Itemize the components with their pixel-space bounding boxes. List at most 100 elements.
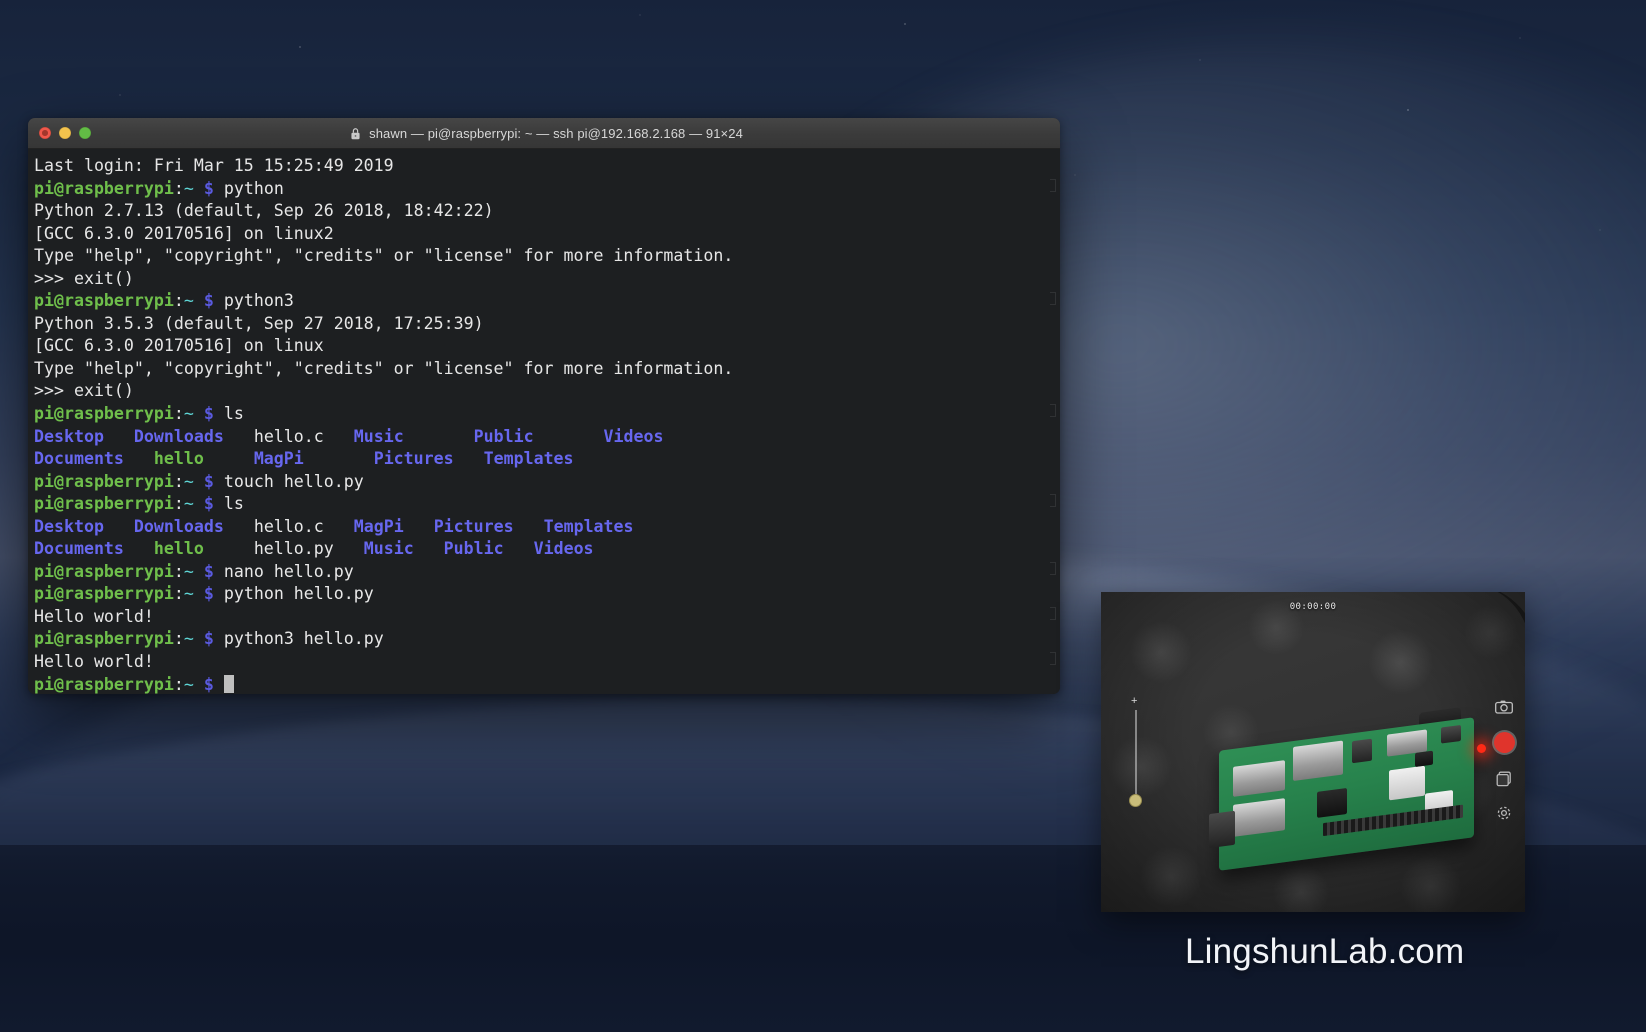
photo-stack-icon[interactable] xyxy=(1496,771,1512,787)
terminal-prompt-line: pi@raspberrypi:~ $ python3 hello.py xyxy=(34,628,1060,651)
terminal-line: Hello world! xyxy=(34,651,1060,674)
close-button[interactable] xyxy=(39,127,51,139)
prompt-user-host: pi@raspberrypi xyxy=(34,561,174,581)
ls-output-row: Documents hello MagPi Pictures Templates xyxy=(34,448,1060,471)
zoom-slider-knob[interactable] xyxy=(1129,794,1142,807)
prompt-path: ~ xyxy=(183,561,194,581)
ls-entry: MagPi xyxy=(253,449,304,469)
prompt-path: ~ xyxy=(183,404,194,424)
terminal-line: >>> exit() xyxy=(34,380,1060,403)
terminal-line: Type "help", "copyright", "credits" or "… xyxy=(34,358,1060,381)
ls-spacer xyxy=(204,449,254,468)
ls-entry: hello.c xyxy=(253,426,324,446)
prompt-mark xyxy=(1050,607,1056,620)
terminal-prompt-line: pi@raspberrypi:~ $ python3 xyxy=(34,290,1060,313)
prompt-path: ~ xyxy=(183,674,194,694)
terminal-line: Last login: Fri Mar 15 15:25:49 2019 xyxy=(34,155,1060,178)
usb-dongle xyxy=(1209,810,1235,849)
prompt-user-host: pi@raspberrypi xyxy=(34,674,174,694)
ls-entry: Pictures xyxy=(373,449,454,469)
ls-entry: Videos xyxy=(603,426,664,446)
prompt-mark xyxy=(1050,292,1056,305)
terminal-prompt-line: pi@raspberrypi:~ $ nano hello.py xyxy=(34,561,1060,584)
ls-output-row: Desktop Downloads hello.c MagPi Pictures… xyxy=(34,516,1060,539)
prompt-sigil: $ xyxy=(203,404,214,424)
prompt-path: ~ xyxy=(183,178,194,198)
prompt-sigil: $ xyxy=(203,178,214,198)
ls-entry: Templates xyxy=(483,449,574,469)
python-exit-text: >>> exit() xyxy=(34,268,134,288)
record-button[interactable] xyxy=(1493,732,1515,753)
terminal-line: Type "help", "copyright", "credits" or "… xyxy=(34,245,1060,268)
ls-entry: Desktop xyxy=(34,516,104,536)
prompt-sigil: $ xyxy=(203,674,214,694)
python3-gcc-text: [GCC 6.3.0 20170516] on linux xyxy=(34,336,324,356)
command-text: ls xyxy=(223,404,244,424)
prompt-user-host: pi@raspberrypi xyxy=(34,404,174,424)
soc-chip xyxy=(1389,765,1425,801)
prompt-sigil: $ xyxy=(203,471,214,491)
terminal-window[interactable]: shawn — pi@raspberrypi: ~ — ssh pi@192.1… xyxy=(28,118,1060,694)
ls-spacer xyxy=(594,539,604,558)
ls-output-row: Desktop Downloads hello.c Music Public V… xyxy=(34,426,1060,449)
camera-icon[interactable] xyxy=(1495,700,1513,714)
prompt-sigil: $ xyxy=(203,494,214,514)
ethernet-port xyxy=(1293,740,1343,782)
prompt-mark xyxy=(1050,404,1056,417)
prompt-colon: : xyxy=(173,561,184,581)
terminal-line: [GCC 6.3.0 20170516] on linux2 xyxy=(34,223,1060,246)
ls-entry: Desktop xyxy=(34,426,104,446)
prompt-path: ~ xyxy=(183,291,194,311)
photo-controls[interactable] xyxy=(1489,700,1519,821)
site-watermark: LingshunLab.com xyxy=(1185,932,1465,971)
terminal-output[interactable]: Last login: Fri Mar 15 15:25:49 2019 pi@… xyxy=(28,149,1060,694)
ls-entry: Pictures xyxy=(433,516,514,536)
prompt-user-host: pi@raspberrypi xyxy=(34,471,174,491)
ls-entry: Documents xyxy=(34,449,124,469)
raspberry-pi-photo-panel[interactable]: 00:00:00 xyxy=(1101,592,1525,912)
prompt-path: ~ xyxy=(183,629,194,649)
ls-spacer xyxy=(334,539,364,558)
prompt-mark xyxy=(1050,562,1056,575)
ls-spacer xyxy=(514,517,544,536)
prompt-user-host: pi@raspberrypi xyxy=(34,629,174,649)
ls-entry: hello xyxy=(153,539,204,559)
command-text: ls xyxy=(223,494,244,514)
prompt-sigil: $ xyxy=(203,629,214,649)
command-text: python3 hello.py xyxy=(223,629,384,649)
terminal-prompt-line: pi@raspberrypi:~ $ python xyxy=(34,178,1060,201)
power-led xyxy=(1477,744,1486,753)
ls-entry: Downloads xyxy=(133,426,224,446)
ls-spacer xyxy=(224,427,254,446)
settings-icon[interactable] xyxy=(1496,805,1512,821)
python3-version-text: Python 3.5.3 (default, Sep 27 2018, 17:2… xyxy=(34,313,484,333)
desktop-wallpaper: shawn — pi@raspberrypi: ~ — ssh pi@192.1… xyxy=(0,0,1646,1032)
lock-icon xyxy=(351,127,360,139)
terminal-line: Python 2.7.13 (default, Sep 26 2018, 18:… xyxy=(34,200,1060,223)
prompt-path: ~ xyxy=(183,494,194,514)
ls-entry: Public xyxy=(473,426,534,446)
prompt-path: ~ xyxy=(183,584,194,604)
ls-entry: Downloads xyxy=(133,516,224,536)
window-title-bar[interactable]: shawn — pi@raspberrypi: ~ — ssh pi@192.1… xyxy=(28,118,1060,149)
prompt-colon: : xyxy=(173,629,184,649)
maximize-button[interactable] xyxy=(79,127,91,139)
usb-port-lower xyxy=(1233,798,1285,837)
window-title: shawn — pi@raspberrypi: ~ — ssh pi@192.1… xyxy=(28,126,1060,141)
prompt-mark xyxy=(1050,652,1056,665)
python2-gcc-text: [GCC 6.3.0 20170516] on linux2 xyxy=(34,223,334,243)
prompt-sigil: $ xyxy=(203,584,214,604)
command-text: nano hello.py xyxy=(223,561,354,581)
ls-spacer xyxy=(454,449,484,468)
terminal-line: Python 3.5.3 (default, Sep 27 2018, 17:2… xyxy=(34,313,1060,336)
ls-spacer xyxy=(224,517,254,536)
minimize-button[interactable] xyxy=(59,127,71,139)
prompt-user-host: pi@raspberrypi xyxy=(34,584,174,604)
prompt-colon: : xyxy=(173,404,184,424)
command-text: python hello.py xyxy=(223,584,374,604)
window-traffic-lights xyxy=(39,118,91,148)
prompt-colon: : xyxy=(173,471,184,491)
terminal-active-prompt-line[interactable]: pi@raspberrypi:~ $ xyxy=(34,674,1060,694)
zoom-slider[interactable] xyxy=(1131,696,1137,798)
block-cursor[interactable] xyxy=(223,674,234,693)
